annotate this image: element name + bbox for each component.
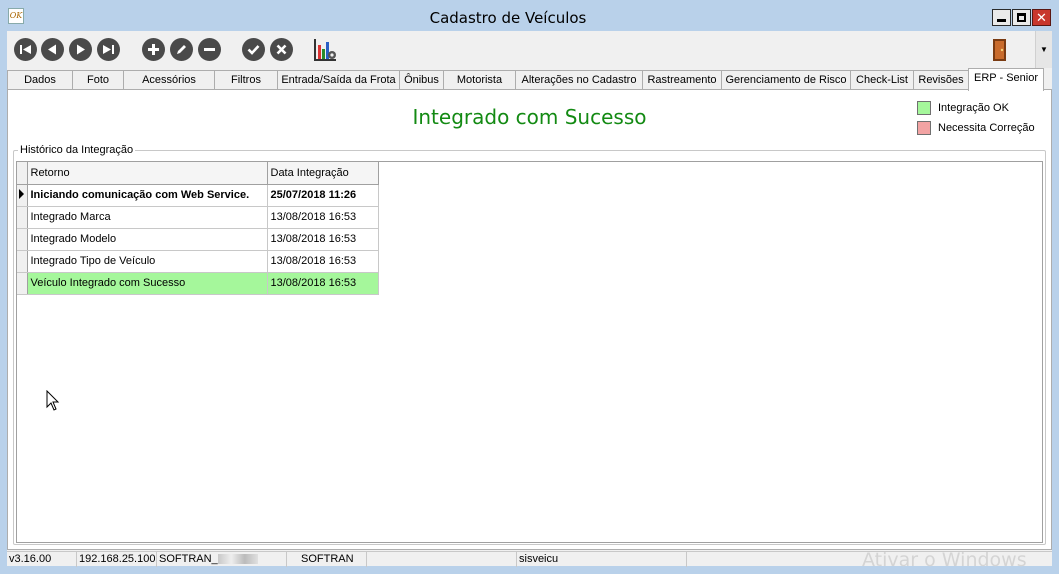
- cell-retorno[interactable]: Iniciando comunicação com Web Service.: [27, 184, 268, 207]
- legend-ok-label: Integração OK: [938, 102, 1009, 114]
- close-button[interactable]: ✕: [1032, 9, 1051, 26]
- maximize-button[interactable]: [1012, 9, 1031, 26]
- tab-strip: Dados Foto Acessórios Filtros Entrada/Sa…: [7, 68, 1052, 91]
- cancel-button[interactable]: [270, 38, 293, 61]
- close-icon: ✕: [1036, 10, 1047, 25]
- tab-alteracoes-cadastro[interactable]: Alterações no Cadastro: [515, 70, 643, 90]
- toolbar: ▼: [7, 31, 1052, 68]
- current-row-indicator: [17, 184, 28, 207]
- chart-settings-icon: [314, 39, 336, 61]
- history-table: Retorno Data Integração Iniciando comuni…: [17, 162, 379, 295]
- tab-panel-erp-senior: Integrado com Sucesso Integração OK Nece…: [7, 89, 1052, 550]
- cell-retorno[interactable]: Veículo Integrado com Sucesso: [27, 272, 268, 295]
- next-record-icon: [77, 44, 85, 55]
- tab-gerenciamento-risco[interactable]: Gerenciamento de Risco: [721, 70, 851, 90]
- toolbar-dropdown-button[interactable]: ▼: [1035, 31, 1052, 68]
- add-icon: [148, 44, 159, 55]
- tab-erp-senior[interactable]: ERP - Senior: [968, 68, 1044, 91]
- row-indicator-header: [17, 162, 28, 185]
- minimize-icon: [997, 19, 1006, 22]
- maximize-icon: [1017, 13, 1026, 22]
- cell-retorno[interactable]: Integrado Modelo: [27, 228, 268, 251]
- status-user: SOFTRAN: [287, 552, 367, 567]
- cell-retorno[interactable]: Integrado Marca: [27, 206, 268, 229]
- mouse-cursor-icon: [46, 390, 60, 411]
- tab-acessorios[interactable]: Acessórios: [123, 70, 215, 90]
- tab-onibus[interactable]: Ônibus: [399, 70, 444, 90]
- next-record-button[interactable]: [69, 38, 92, 61]
- tab-foto[interactable]: Foto: [72, 70, 124, 90]
- table-row[interactable]: Integrado Tipo de Veículo 13/08/2018 16:…: [17, 250, 379, 273]
- client-area: ▼ Dados Foto Acessórios Filtros Entrada/…: [7, 31, 1052, 571]
- cancel-icon: [276, 44, 287, 55]
- row-pointer-icon: [19, 188, 24, 199]
- minimize-button[interactable]: [992, 9, 1011, 26]
- previous-record-icon: [48, 44, 56, 55]
- row-indicator: [17, 272, 28, 295]
- legend-fix-swatch: [917, 121, 931, 135]
- confirm-icon: [247, 45, 260, 55]
- cell-data[interactable]: 13/08/2018 16:53: [267, 272, 379, 295]
- chart-settings-button[interactable]: [312, 37, 338, 63]
- table-row[interactable]: Iniciando comunicação com Web Service. 2…: [17, 184, 379, 207]
- application-window: OK Cadastro de Veículos ✕ ▼ Dados Foto A…: [0, 0, 1059, 574]
- cell-data[interactable]: 13/08/2018 16:53: [267, 206, 379, 229]
- status-version: v3.16.00: [7, 552, 77, 567]
- last-record-icon: [103, 45, 114, 54]
- group-title: Histórico da Integração: [18, 144, 136, 156]
- exit-button[interactable]: [990, 37, 1010, 63]
- cell-retorno[interactable]: Integrado Tipo de Veículo: [27, 250, 268, 273]
- cell-data[interactable]: 25/07/2018 11:26: [267, 184, 379, 207]
- legend-fix-label: Necessita Correção: [938, 122, 1035, 134]
- status-database: SOFTRAN_: [157, 552, 287, 567]
- tab-rastreamento[interactable]: Rastreamento: [642, 70, 722, 90]
- tab-filtros[interactable]: Filtros: [214, 70, 278, 90]
- column-header-data-integracao[interactable]: Data Integração: [267, 162, 379, 185]
- windows-activation-watermark: Ativar o Windows: [862, 549, 1027, 571]
- remove-icon: [204, 48, 215, 51]
- cell-data[interactable]: 13/08/2018 16:53: [267, 228, 379, 251]
- row-indicator: [17, 250, 28, 273]
- table-row[interactable]: Integrado Marca 13/08/2018 16:53: [17, 206, 379, 229]
- integration-status-message: Integrado com Sucesso: [412, 105, 647, 129]
- integration-history-grid[interactable]: Retorno Data Integração Iniciando comuni…: [16, 161, 1043, 543]
- cell-data[interactable]: 13/08/2018 16:53: [267, 250, 379, 273]
- table-header-row: Retorno Data Integração: [17, 162, 379, 185]
- first-record-button[interactable]: [14, 38, 37, 61]
- redacted-text: [217, 554, 258, 565]
- status-database-text: SOFTRAN_: [159, 553, 218, 565]
- confirm-button[interactable]: [242, 38, 265, 61]
- window-title: Cadastro de Veículos: [429, 9, 587, 27]
- previous-record-button[interactable]: [41, 38, 64, 61]
- status-empty-cell: [367, 552, 517, 567]
- row-indicator: [17, 228, 28, 251]
- integration-history-group: Histórico da Integração Retorno Data Int…: [13, 144, 1046, 545]
- first-record-icon: [20, 45, 31, 54]
- tab-motorista[interactable]: Motorista: [443, 70, 516, 90]
- title-bar[interactable]: OK Cadastro de Veículos ✕: [0, 0, 1059, 31]
- remove-button[interactable]: [198, 38, 221, 61]
- status-form-name: sisveicu: [517, 552, 687, 567]
- edit-button[interactable]: [170, 38, 193, 61]
- table-row[interactable]: Integrado Modelo 13/08/2018 16:53: [17, 228, 379, 251]
- edit-icon: [177, 45, 186, 54]
- legend-ok-swatch: [917, 101, 931, 115]
- row-indicator: [17, 206, 28, 229]
- status-ip-address: 192.168.25.100: [79, 552, 157, 567]
- tab-dados[interactable]: Dados: [7, 70, 73, 90]
- tab-check-list[interactable]: Check-List: [850, 70, 914, 90]
- column-header-retorno[interactable]: Retorno: [27, 162, 268, 185]
- tab-entrada-saida-frota[interactable]: Entrada/Saída da Frota: [277, 70, 400, 90]
- add-button[interactable]: [142, 38, 165, 61]
- last-record-button[interactable]: [97, 38, 120, 61]
- tab-revisoes[interactable]: Revisões: [913, 70, 969, 90]
- table-row[interactable]: Veículo Integrado com Sucesso 13/08/2018…: [17, 272, 379, 295]
- exit-door-icon: [993, 39, 1006, 61]
